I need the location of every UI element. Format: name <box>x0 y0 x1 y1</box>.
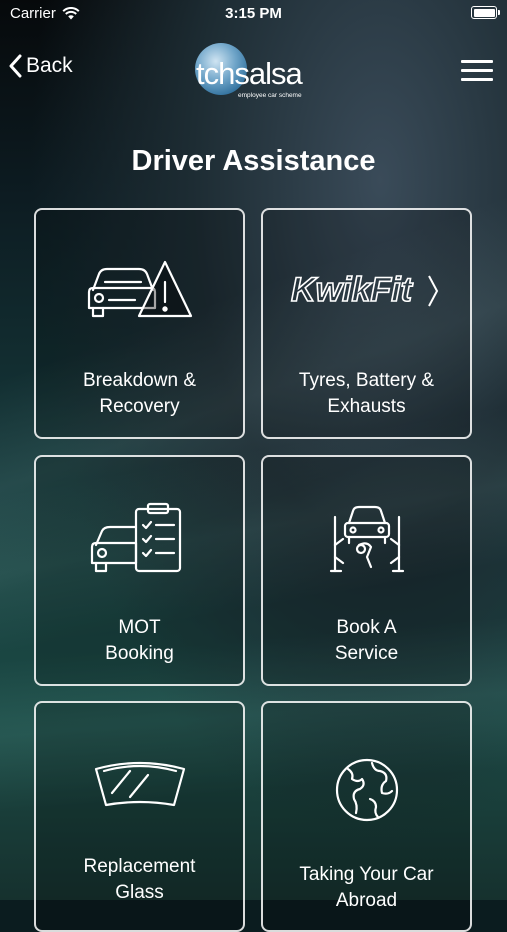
car-checklist-icon <box>36 501 243 591</box>
tile-book-a-service[interactable]: Book A Service <box>261 455 472 686</box>
car-warning-icon <box>36 254 243 344</box>
battery-icon <box>471 6 500 19</box>
globe-icon <box>263 755 470 845</box>
windscreen-icon <box>36 755 243 845</box>
tile-label: Tyres, Battery & Exhausts <box>298 370 435 417</box>
status-bar: Carrier 3:15 PM <box>0 0 507 28</box>
tile-tyres-battery-exhausts[interactable]: KwikFit Tyres, Battery & Exhausts <box>261 208 472 439</box>
hamburger-menu-button[interactable] <box>461 60 493 82</box>
tile-mot-booking[interactable]: MOT Booking <box>34 455 245 686</box>
svg-text:employee car scheme: employee car scheme <box>238 92 302 99</box>
tchsalsa-logo: tchsalsa employee car scheme <box>192 42 320 100</box>
navigation-bar: Back tchsalsa employee car scheme <box>0 40 507 100</box>
car-lift-icon <box>263 501 470 591</box>
tile-taking-your-car-abroad[interactable]: Taking Your Car Abroad <box>261 701 472 932</box>
clock: 3:15 PM <box>225 5 282 22</box>
back-label: Back <box>26 54 73 77</box>
tile-replacement-glass[interactable]: Replacement Glass <box>34 701 245 932</box>
tile-breakdown-recovery[interactable]: Breakdown & Recovery <box>34 208 245 439</box>
tile-label: Replacement Glass <box>83 856 196 903</box>
chevron-left-icon <box>9 54 22 78</box>
tile-label: Taking Your Car Abroad <box>299 864 434 911</box>
tile-label: MOT Booking <box>105 617 174 664</box>
svg-text:tchsalsa: tchsalsa <box>196 56 303 91</box>
back-button[interactable]: Back <box>8 54 73 78</box>
kwik-fit-logo: KwikFit <box>263 254 470 344</box>
tile-label: Breakdown & Recovery <box>82 370 196 417</box>
page-title: Driver Assistance <box>131 145 376 177</box>
tile-label: Book A Service <box>334 617 399 664</box>
svg-text:KwikFit: KwikFit <box>291 271 414 309</box>
